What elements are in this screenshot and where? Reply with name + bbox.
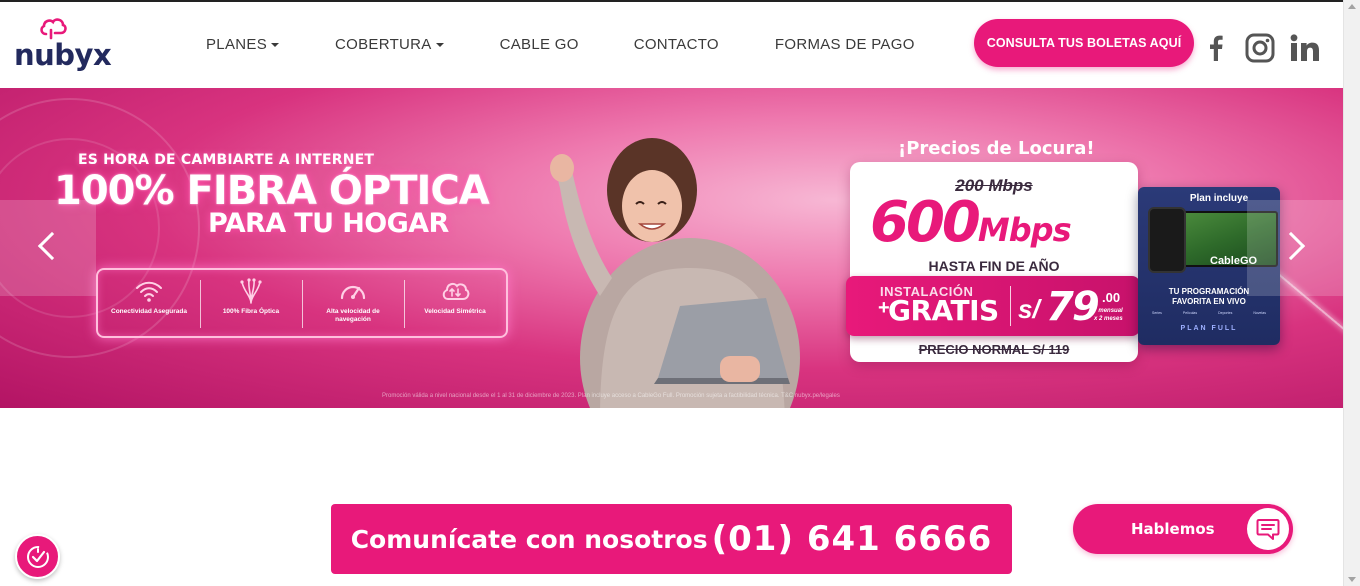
nav-planes-label: PLANES [206, 36, 267, 53]
plan-categories: Series Películas Deportes Novelas [1152, 311, 1266, 315]
caret-down-icon [271, 42, 279, 47]
phone-image [1148, 207, 1186, 273]
nav-cobertura-label: COBERTURA [335, 36, 432, 53]
accessibility-icon [26, 545, 49, 568]
nav-contacto[interactable]: CONTACTO [634, 36, 719, 53]
linkedin-icon[interactable] [1288, 32, 1322, 64]
feature-item: Alta velocidad de navegación [302, 270, 404, 336]
feature-item: Conectividad Asegurada [98, 270, 200, 336]
instagram-icon[interactable] [1244, 32, 1276, 64]
caret-down-icon [435, 42, 444, 47]
hero-banner[interactable]: ES HORA DE CAMBIARTE A INTERNET 100% FIB… [0, 88, 1343, 408]
nav-formas-de-pago[interactable]: FORMAS DE PAGO [775, 36, 915, 53]
feature-label: 100% Fibra Óptica [222, 308, 280, 315]
accessibility-button[interactable] [15, 534, 60, 579]
plan-category: Novelas [1253, 311, 1266, 315]
promo-disclaimer: Promoción válida a nivel nacional desde … [382, 393, 840, 399]
hablemos-label: Hablemos [1131, 520, 1215, 538]
feature-item: 100% Fibra Óptica [200, 270, 302, 336]
price-currency: s/ [1018, 294, 1040, 324]
scroll-down-arrow-icon[interactable] [1348, 577, 1356, 582]
offer-until: HASTA FIN DE AÑO [928, 258, 1060, 274]
plan-category: Películas [1182, 311, 1198, 315]
plan-category: Series [1152, 311, 1162, 315]
new-speed-number: 600 [870, 190, 981, 255]
logo-wordmark: nubyx [14, 38, 112, 72]
carousel-prev-button[interactable] [0, 200, 96, 296]
nav-cable-go[interactable]: CABLE GO [500, 36, 579, 53]
normal-price: PRECIO NORMAL S/ 119 [918, 342, 1070, 357]
cloud-sync-icon [442, 282, 470, 300]
chevron-right-icon [1276, 231, 1306, 261]
carousel-next-button[interactable] [1247, 200, 1343, 296]
plan-text-line2: FAVORITA [1172, 297, 1212, 307]
price-period: mensual x 2 meses [1094, 308, 1123, 324]
hablemos-chat-button[interactable]: Hablemos [1073, 504, 1293, 554]
scroll-up-arrow-icon[interactable] [1348, 4, 1356, 9]
wifi-icon [136, 281, 162, 302]
site-header: nubyx PLANES COBERTURA CABLE GO CONTACTO… [0, 2, 1343, 88]
feature-label: Conectividad Asegurada [111, 308, 187, 315]
headline-sub: PARA TU HOGAR [208, 208, 449, 239]
price-period-line1: mensual [1098, 308, 1123, 314]
feature-item: Velocidad Simétrica [404, 270, 506, 336]
nav-cobertura[interactable]: COBERTURA [335, 36, 444, 53]
new-speed: 600Mbps [870, 190, 1072, 255]
woman-with-laptop-image [550, 138, 800, 408]
install-big: GRATIS [888, 294, 999, 327]
features-box: Conectividad Asegurada 100% Fibra Óptica… [96, 268, 508, 338]
nav-contacto-label: CONTACTO [633, 36, 719, 53]
fiber-icon [240, 278, 262, 304]
plan-text-line1: TU PROGRAMACIÓN [1168, 287, 1250, 296]
main-nav: PLANES COBERTURA CABLE GO CONTACTO FORMA… [190, 36, 915, 53]
new-speed-unit: Mbps [977, 211, 1072, 249]
consulta-boletas-button[interactable]: CONSULTA TUS BOLETAS AQUÍ [974, 19, 1194, 67]
price-cents: .00 [1102, 290, 1121, 305]
divider [1010, 286, 1011, 326]
speedometer-icon [340, 285, 366, 300]
plan-text-line2-bold: EN VIVO [1213, 297, 1246, 307]
facebook-icon[interactable] [1206, 32, 1226, 64]
plan-full: PLAN FULL [1180, 325, 1238, 332]
price-value: 79 [1046, 284, 1100, 330]
contact-phone: (01) 641 6666 [711, 519, 993, 559]
install-price-band: INSTALACIÓN + GRATIS s/ 79 .00 mensual x … [846, 276, 1140, 336]
contact-text: Comunícate con nosotros [350, 524, 708, 554]
vertical-scrollbar[interactable] [1343, 0, 1360, 586]
nubyx-logo[interactable]: nubyx [14, 16, 118, 72]
plan-category: Deportes [1218, 311, 1233, 315]
chevron-left-icon [37, 231, 67, 261]
offer-title: ¡Precios de Locura! [898, 138, 1095, 159]
chat-icon [1247, 508, 1289, 550]
nav-planes[interactable]: PLANES [206, 36, 279, 53]
nav-cable-go-label: CABLE GO [499, 36, 579, 53]
contact-banner[interactable]: Comunícate con nosotros (01) 641 6666 [331, 504, 1012, 574]
feature-label: Alta velocidad de navegación [326, 308, 380, 323]
headline-small: ES HORA DE CAMBIARTE A INTERNET [78, 152, 375, 168]
feature-label: Velocidad Simétrica [424, 308, 486, 315]
cloud-logo-icon [40, 18, 67, 40]
nav-formas-de-pago-label: FORMAS DE PAGO [774, 36, 915, 53]
price-period-line2: x 2 meses [1094, 315, 1123, 322]
